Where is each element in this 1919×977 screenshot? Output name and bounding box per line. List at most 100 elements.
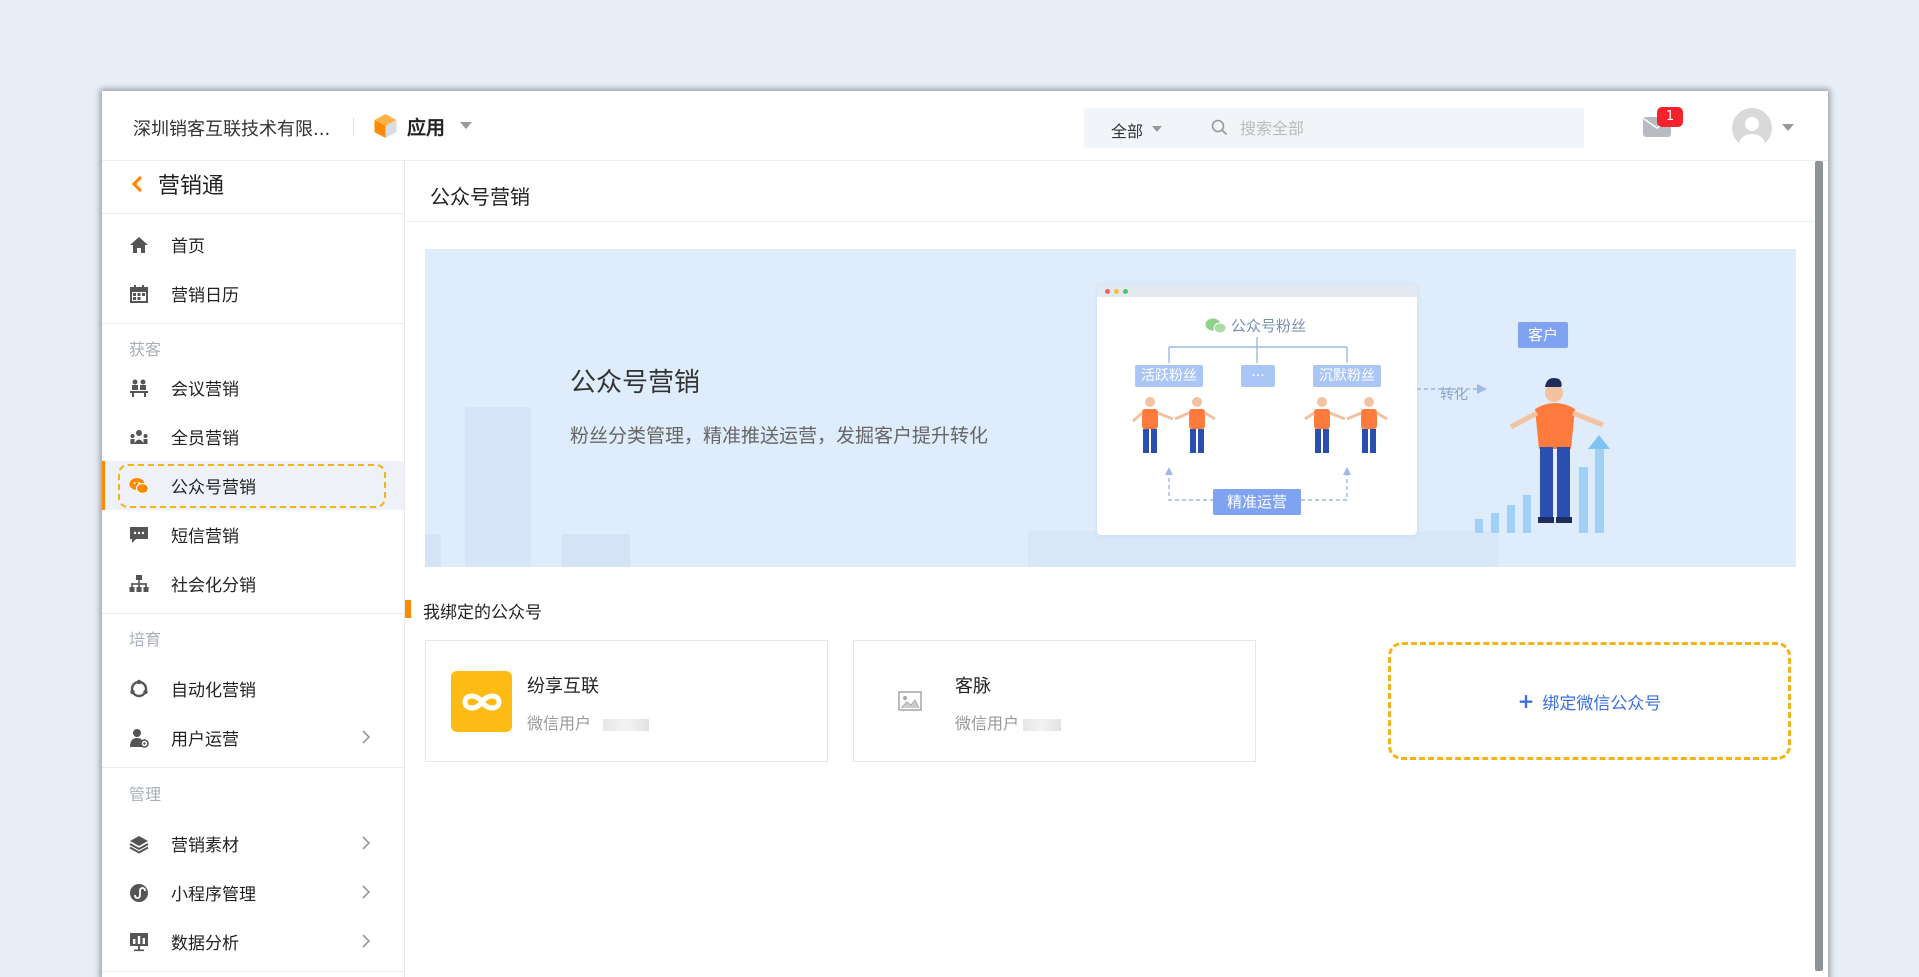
sidebar-item-sms[interactable]: 短信营销 [102, 510, 404, 559]
illustration-card: 公众号粉丝 活跃粉丝 ··· 沉默粉丝 精准运营 [1097, 285, 1417, 535]
bind-wechat-account-button[interactable]: + 绑定微信公众号 [1388, 642, 1791, 760]
banner-decor [1028, 531, 1498, 567]
chevron-right-icon [362, 934, 370, 948]
more-chip: ··· [1241, 365, 1275, 387]
customer-chip: 客户 [1518, 322, 1568, 348]
divider [405, 221, 1815, 222]
divider [102, 213, 405, 214]
sidebar: 营销通 首页 营销日历 获客 会议营销 全员营销 公众号营销 短信营销 社会化分… [102, 161, 405, 977]
account-subtitle: 微信用户 [527, 710, 650, 734]
convert-label: 转化 [1440, 387, 1468, 403]
sidebar-item-label: 小程序管理 [171, 885, 256, 905]
sidebar-item-label: 数据分析 [171, 934, 239, 954]
divider [353, 118, 354, 136]
layers-icon [129, 834, 149, 854]
divider [102, 323, 405, 324]
search-input[interactable] [1240, 114, 1560, 142]
sidebar-item-label: 营销日历 [171, 286, 239, 306]
scrollbar[interactable] [1815, 161, 1823, 971]
app-menu-label[interactable]: 应用 [407, 113, 445, 140]
masked-id [1023, 718, 1062, 731]
search-scope-select[interactable]: 全部 [1111, 118, 1143, 142]
section-title: 我绑定的公众号 [423, 603, 542, 623]
chevron-right-icon [362, 885, 370, 899]
silent-fans-chip: 沉默粉丝 [1313, 365, 1381, 387]
chevron-down-icon[interactable] [1152, 126, 1162, 132]
chevron-right-icon [362, 730, 370, 744]
sidebar-item-miniprogram[interactable]: 小程序管理 [102, 868, 404, 917]
sidebar-item-label: 会议营销 [171, 380, 239, 400]
group-label-nurture: 培育 [129, 630, 162, 649]
miniprogram-icon [129, 883, 149, 903]
group-label-acquire: 获客 [129, 340, 162, 359]
sms-icon [129, 525, 149, 545]
account-subtitle: 微信用户 [955, 710, 1062, 734]
banner-decor [465, 407, 531, 567]
banner-decor [562, 534, 630, 567]
plus-icon: + [1517, 689, 1535, 713]
account-type: 微信用户 [527, 714, 592, 733]
sidebar-item-calendar[interactable]: 营销日历 [102, 269, 404, 318]
home-icon [129, 235, 149, 255]
customer-figure [1475, 378, 1610, 533]
sidebar-item-automation[interactable]: 自动化营销 [102, 664, 404, 713]
company-name[interactable]: 深圳销客互联技术有限... [133, 115, 330, 141]
precise-ops-chip: 精准运营 [1213, 489, 1301, 515]
top-bar: 深圳销客互联技术有限... 应用 全部 1 [102, 91, 1828, 161]
sidebar-item-social-distribution[interactable]: 社会化分销 [102, 559, 404, 608]
image-placeholder-icon [898, 691, 922, 711]
banner-decor [425, 534, 441, 567]
divider [102, 613, 405, 614]
main-content: 公众号营销 公众号营销 粉丝分类管理，精准推送运营，发掘客户提升转化 公众号粉丝… [405, 161, 1815, 977]
active-fans-chip: 活跃粉丝 [1135, 365, 1203, 387]
calendar-icon [129, 284, 149, 304]
sidebar-item-label: 社会化分销 [171, 576, 256, 596]
masked-id [603, 718, 650, 731]
bind-button-label: 绑定微信公众号 [1542, 693, 1662, 714]
module-title: 营销通 [158, 174, 225, 199]
automation-icon [129, 679, 149, 699]
fenxiang-logo-icon [451, 671, 512, 732]
page-title: 公众号营销 [430, 185, 530, 209]
sidebar-item-label: 首页 [171, 237, 205, 257]
avatar[interactable] [1732, 108, 1772, 148]
notification-badge: 1 [1657, 107, 1683, 127]
chevron-down-icon[interactable] [1782, 124, 1794, 131]
section-accent [405, 600, 411, 618]
account-card[interactable]: 客脉 微信用户 [853, 640, 1256, 762]
divider [102, 767, 405, 768]
account-name: 客脉 [955, 676, 991, 697]
banner-subtitle: 粉丝分类管理，精准推送运营，发掘客户提升转化 [570, 425, 989, 447]
user-icon [1739, 117, 1765, 148]
account-card[interactable]: 纷享互联 微信用户 [425, 640, 828, 762]
account-name: 纷享互联 [527, 676, 599, 697]
back-button[interactable]: 营销通 [130, 169, 224, 199]
sidebar-item-data-analysis[interactable]: 数据分析 [102, 917, 404, 966]
meeting-icon [129, 378, 149, 398]
sidebar-item-home[interactable]: 首页 [102, 220, 404, 269]
chevron-right-icon [362, 836, 370, 850]
sidebar-item-wechat-marketing[interactable]: 公众号营销 [102, 461, 404, 510]
chevron-down-icon[interactable] [460, 122, 472, 129]
banner-title: 公众号营销 [570, 368, 701, 398]
divider [102, 971, 405, 972]
chart-icon [129, 932, 149, 952]
sidebar-item-label: 用户运营 [171, 730, 239, 750]
global-search: 全部 [1084, 108, 1584, 148]
sidebar-item-label: 自动化营销 [171, 681, 256, 701]
sidebar-item-label: 全员营销 [171, 429, 239, 449]
sidebar-item-label: 短信营销 [171, 527, 239, 547]
highlight-box [118, 464, 386, 508]
feature-banner: 公众号营销 粉丝分类管理，精准推送运营，发掘客户提升转化 公众号粉丝 活跃粉丝 … [425, 249, 1796, 567]
search-icon [1211, 119, 1228, 136]
sidebar-item-materials[interactable]: 营销素材 [102, 819, 404, 868]
sidebar-item-all-staff[interactable]: 全员营销 [102, 412, 404, 461]
org-tree-icon [129, 574, 149, 594]
account-type: 微信用户 [955, 714, 1020, 733]
team-icon [129, 427, 149, 447]
chevron-left-icon [131, 175, 143, 193]
sidebar-item-label: 营销素材 [171, 836, 239, 856]
app-cube-icon[interactable] [373, 113, 398, 139]
sidebar-item-user-ops[interactable]: 用户运营 [102, 713, 404, 762]
sidebar-item-meeting[interactable]: 会议营销 [102, 363, 404, 412]
